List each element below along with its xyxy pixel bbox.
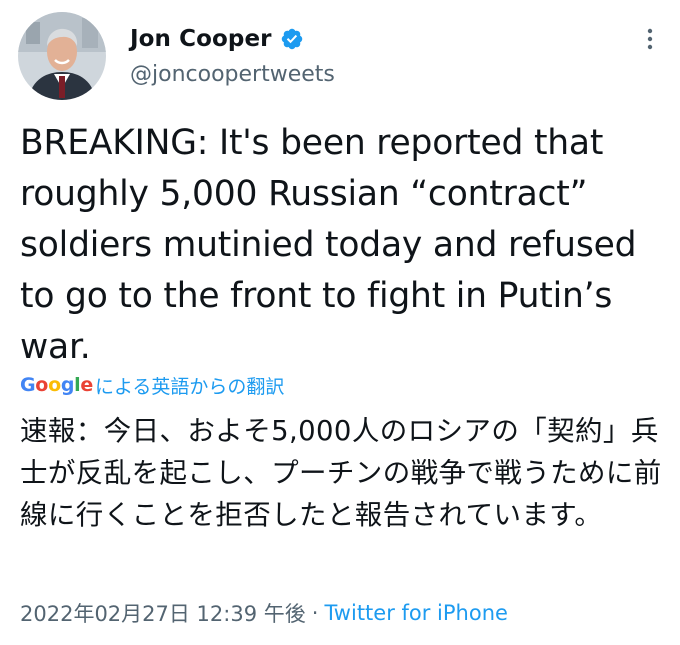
display-name[interactable]: Jon Cooper: [130, 26, 272, 52]
google-logo: Google: [20, 374, 93, 396]
tweet-card: Jon Cooper @joncoopertweets BREAKING: It…: [0, 0, 680, 645]
author-handle[interactable]: @joncoopertweets: [130, 62, 335, 87]
translated-text: 速報：今日、およそ5,000人のロシアの「契約」兵士が反乱を起こし、プーチンの戦…: [20, 415, 662, 531]
profile-photo-icon: [18, 12, 106, 100]
author-name-row: Jon Cooper: [130, 22, 304, 56]
source-link[interactable]: Twitter for iPhone: [324, 601, 508, 625]
translation-label: による英語からの翻訳: [94, 375, 285, 398]
avatar[interactable]: [18, 12, 106, 100]
timestamp[interactable]: 2022年02月27日 12:39 午後: [20, 598, 306, 628]
verified-badge-icon: [280, 27, 304, 51]
google-logo-letter: G: [20, 374, 36, 396]
tweet-text: BREAKING: It's been reported that roughl…: [20, 123, 637, 367]
tweet-meta: 2022年02月27日 12:39 午後 · Twitter for iPhon…: [20, 598, 508, 628]
google-logo-letter: e: [80, 374, 93, 396]
more-options-icon[interactable]: [638, 24, 662, 54]
google-logo-letter: o: [48, 374, 61, 396]
translation-attribution[interactable]: Google による英語からの翻訳: [20, 372, 284, 398]
google-logo-letter: o: [35, 374, 49, 396]
meta-separator: ·: [311, 601, 319, 625]
google-logo-letter: g: [60, 374, 75, 396]
